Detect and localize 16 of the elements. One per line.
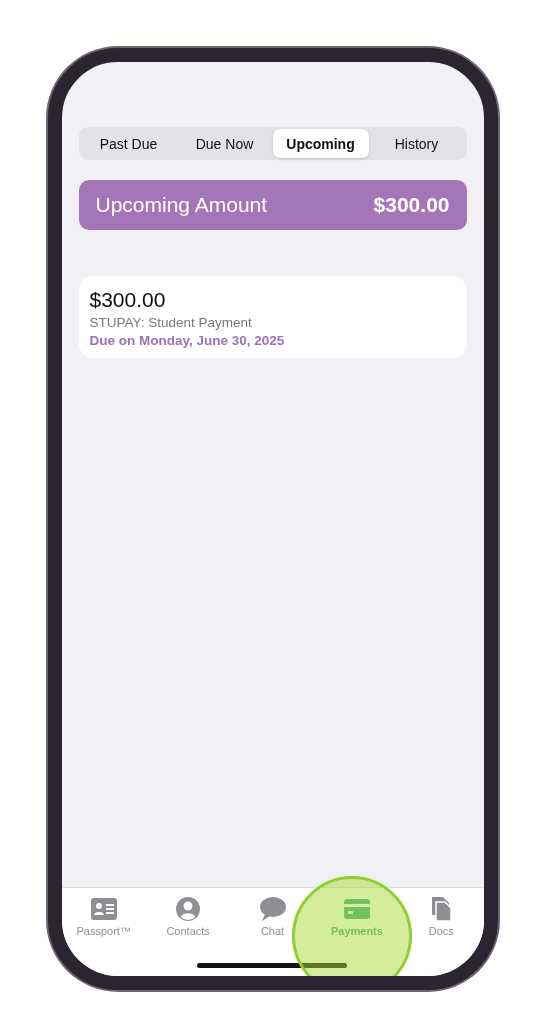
tab-bar-item[interactable]: Docs xyxy=(399,896,484,937)
segment-tab[interactable]: Upcoming xyxy=(272,129,369,158)
tab-bar-item[interactable]: Chat xyxy=(230,896,315,937)
summary-label: Upcoming Amount xyxy=(95,193,268,217)
summary-amount: $300.00 xyxy=(373,193,450,217)
payment-description: STUPAY: Student Payment xyxy=(89,315,253,330)
due-date: Due on Monday, June 30, 2025 xyxy=(89,333,286,348)
segment-tab[interactable]: Past Due xyxy=(80,129,177,158)
payment-card[interactable]: $300.00 STUPAY: Student Payment Due on Monday, June 30, 2025 xyxy=(78,276,467,358)
id-card-icon xyxy=(89,896,118,922)
payment-amount: $300.00 xyxy=(89,288,167,312)
segment-tab[interactable]: Due Now xyxy=(176,129,273,158)
credit-card-icon xyxy=(342,896,371,922)
chat-bubble-icon xyxy=(258,896,287,922)
segment-tab[interactable]: History xyxy=(368,129,465,158)
person-icon xyxy=(174,896,203,922)
